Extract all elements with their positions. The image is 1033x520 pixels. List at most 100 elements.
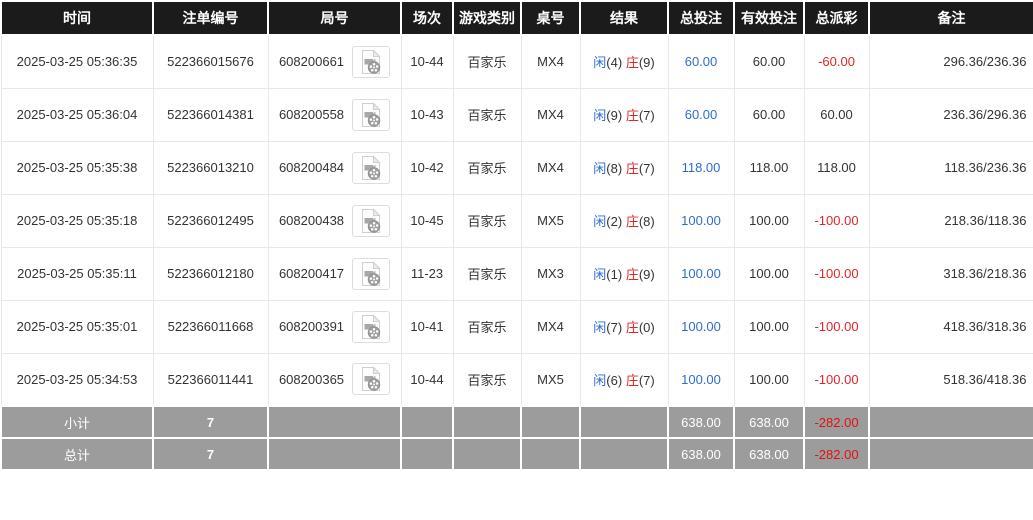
cell-session: 10-41 (400, 299, 454, 354)
cell-remark: 218.36/118.36 (868, 193, 1033, 248)
table-row: 2025-03-25 05:35:18 522366012495 608200438… (0, 193, 1033, 248)
footer-empty-session (400, 405, 454, 439)
footer-total-bet: 638.00 (667, 437, 735, 471)
cell-time: 2025-03-25 05:35:11 (0, 246, 154, 301)
cell-time: 2025-03-25 05:36:04 (0, 87, 154, 142)
table-header: 时间 注单编号 局号 场次 游戏类别 桌号 结果 总投注 有效投注 总派彩 备注 (0, 0, 1033, 36)
footer-empty-game-type (452, 437, 522, 471)
round-id-wrap: 608200417 (271, 257, 399, 290)
column-header-total-payout: 总派彩 (803, 0, 870, 36)
cell-total-payout: -60.00 (803, 34, 870, 89)
cell-round-id: 608200661 (267, 34, 402, 89)
cell-total-bet: 60.00 (667, 87, 735, 142)
round-id-wrap: 608200438 (271, 204, 399, 237)
cell-total-bet: 100.00 (667, 299, 735, 354)
footer-remark (868, 405, 1033, 439)
result-banker-score: (9) (638, 267, 655, 282)
video-replay-button[interactable] (352, 98, 391, 131)
cell-total-bet: 100.00 (667, 193, 735, 248)
cell-remark: 296.36/236.36 (868, 34, 1033, 89)
cell-bet-id: 522366012180 (152, 246, 269, 301)
result-banker-label: 庄 (625, 161, 639, 176)
round-id-text: 608200484 (278, 160, 345, 175)
cell-table-no: MX4 (520, 87, 581, 142)
video-file-icon (362, 313, 381, 339)
result-player-label: 闲 (593, 55, 607, 71)
cell-table-no: MX5 (520, 193, 581, 248)
result-player-label: 闲 (593, 108, 607, 123)
table-row: 2025-03-25 05:35:01 522366011668 608200391… (0, 299, 1033, 354)
column-header-result: 结果 (579, 0, 669, 36)
cell-result: 闲(1) 庄(9) (579, 246, 669, 301)
header-row: 时间 注单编号 局号 场次 游戏类别 桌号 结果 总投注 有效投注 总派彩 备注 (0, 0, 1033, 36)
video-file-icon (362, 49, 381, 74)
video-replay-button[interactable] (352, 363, 391, 396)
cell-result: 闲(6) 庄(7) (579, 352, 669, 407)
video-replay-button[interactable] (352, 45, 391, 78)
column-header-session: 场次 (400, 0, 454, 36)
cell-valid-bet: 118.00 (733, 140, 805, 195)
cell-table-no: MX4 (520, 140, 581, 195)
cell-valid-bet: 60.00 (733, 87, 805, 142)
result-banker-score: (8) (638, 214, 655, 229)
cell-session: 10-42 (400, 140, 454, 195)
result-banker-label: 庄 (625, 372, 639, 388)
result-banker-label: 庄 (625, 320, 639, 335)
result-banker-label: 庄 (625, 214, 639, 229)
cell-result: 闲(7) 庄(0) (579, 299, 669, 354)
video-replay-button[interactable] (352, 257, 391, 290)
cell-game-type: 百家乐 (452, 193, 522, 248)
cell-game-type: 百家乐 (452, 140, 522, 195)
cell-game-type: 百家乐 (452, 352, 522, 407)
cell-valid-bet: 100.00 (733, 246, 805, 301)
result-player-score: (1) (606, 267, 623, 282)
footer-label: 总计 (0, 437, 154, 471)
cell-time: 2025-03-25 05:34:53 (0, 352, 154, 407)
round-id-wrap: 608200661 (271, 45, 399, 78)
cell-round-id: 608200558 (267, 87, 402, 142)
cell-bet-id: 522366013210 (152, 140, 269, 195)
column-header-remark: 备注 (868, 0, 1033, 36)
table-row: 2025-03-25 05:35:11 522366012180 608200417… (0, 246, 1033, 301)
footer-empty-table-no (520, 405, 581, 439)
cell-result: 闲(2) 庄(8) (579, 193, 669, 248)
cell-round-id: 608200391 (267, 299, 402, 354)
cell-round-id: 608200365 (267, 352, 402, 407)
cell-total-bet: 100.00 (667, 352, 735, 407)
video-file-icon (362, 260, 381, 286)
table-row: 2025-03-25 05:36:35 522366015676 608200661… (0, 34, 1033, 89)
footer-empty-table-no (520, 437, 581, 471)
cell-game-type: 百家乐 (452, 246, 522, 301)
round-id-text: 608200438 (278, 213, 345, 228)
cell-remark: 418.36/318.36 (868, 299, 1033, 354)
result-banker-score: (7) (638, 372, 655, 388)
result-banker-score: (0) (638, 320, 655, 335)
footer-label: 小计 (0, 405, 154, 439)
footer-empty-round (267, 405, 402, 439)
cell-game-type: 百家乐 (452, 34, 522, 89)
footer-valid-bet: 638.00 (733, 437, 805, 471)
result-banker-label: 庄 (625, 267, 639, 282)
bet-records-table: 时间 注单编号 局号 场次 游戏类别 桌号 结果 总投注 有效投注 总派彩 备注 2025-03-2… (0, 0, 1033, 471)
footer-empty-game-type (452, 405, 522, 439)
footer-empty-result (579, 405, 669, 439)
result-banker-score: (9) (638, 55, 655, 71)
cell-table-no: MX5 (520, 352, 581, 407)
cell-remark: 236.36/296.36 (868, 87, 1033, 142)
footer-empty-session (400, 437, 454, 471)
cell-total-payout: 60.00 (803, 87, 870, 142)
result-player-label: 闲 (593, 161, 607, 176)
cell-total-bet: 100.00 (667, 246, 735, 301)
video-replay-button[interactable] (352, 204, 391, 237)
cell-game-type: 百家乐 (452, 87, 522, 142)
footer-total-bet: 638.00 (667, 405, 735, 439)
result-player-label: 闲 (593, 320, 607, 335)
round-id-wrap: 608200365 (271, 363, 399, 396)
video-replay-button[interactable] (352, 151, 391, 184)
result-player-score: (2) (606, 214, 623, 229)
video-replay-button[interactable] (352, 310, 391, 343)
cell-total-bet: 60.00 (667, 34, 735, 89)
column-header-total-bet: 总投注 (667, 0, 735, 36)
cell-session: 10-44 (400, 34, 454, 89)
video-file-icon (362, 366, 381, 392)
